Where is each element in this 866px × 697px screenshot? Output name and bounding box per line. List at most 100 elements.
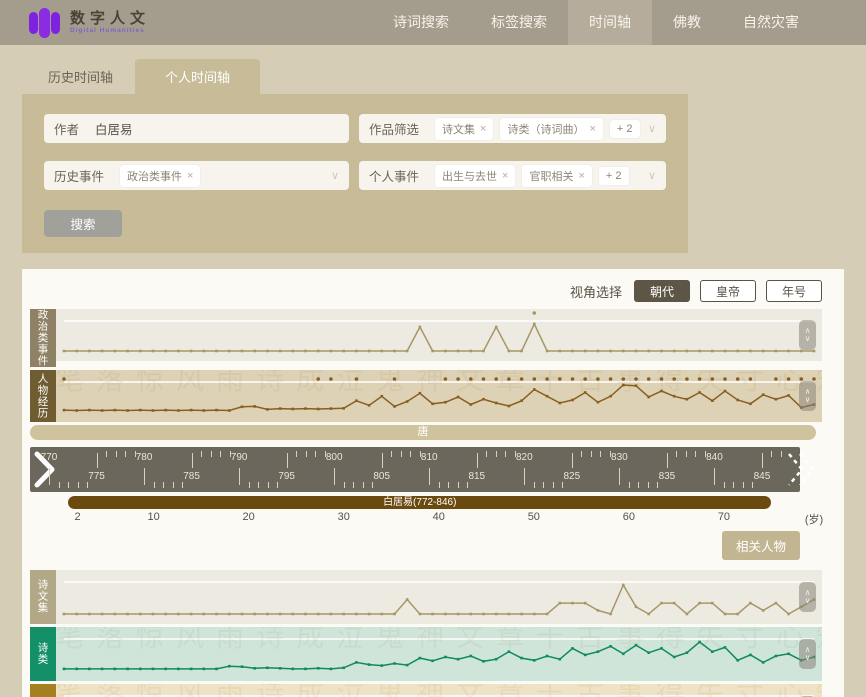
tag-close-icon[interactable]: × — [589, 123, 595, 135]
view-btn-dynasty[interactable]: 朝代 — [634, 280, 690, 302]
year-tick — [239, 468, 240, 485]
nav-item-timeline[interactable]: 时间轴 — [568, 0, 652, 45]
tag-close-icon[interactable]: × — [502, 170, 508, 182]
tag-birth-death[interactable]: 出生与去世 × — [435, 165, 515, 187]
tag-close-icon[interactable]: × — [187, 170, 193, 182]
year-tick-minor — [448, 482, 449, 488]
scroll-down-icon[interactable]: ∨ — [805, 597, 811, 605]
chart-row-person-experience: 人物经历 笔落惊风雨诗成泣鬼神文章千古事得失寸心知江南好风景旧曾谙日出江花红胜火… — [30, 370, 830, 422]
tab-history-timeline[interactable]: 历史时间轴 — [26, 59, 135, 94]
tag-label: 出生与去世 — [442, 168, 497, 184]
author-field[interactable]: 作者 白居易 — [44, 114, 349, 143]
author-label: 作者 — [54, 119, 79, 138]
year-tick-minor — [410, 451, 411, 457]
year-tick — [762, 453, 763, 468]
personal-event-select[interactable]: 个人事件 出生与去世× 官职相关× + 2 ∨ — [359, 161, 666, 190]
top-navbar: 数字人文 Digital Humanities 诗词搜索 标签搜索 时间轴 佛教… — [0, 0, 866, 45]
search-button[interactable]: 搜索 — [44, 210, 122, 237]
year-tick-minor — [581, 451, 582, 457]
tag-close-icon[interactable]: × — [480, 123, 486, 135]
poetry-type-sparkline — [56, 627, 822, 681]
year-tick-minor — [154, 482, 155, 488]
year-tick — [524, 468, 525, 485]
prose-type-sparkline — [56, 684, 822, 697]
tag-close-icon[interactable]: × — [578, 170, 584, 182]
scroll-down-icon[interactable]: ∨ — [805, 654, 811, 662]
nav-item-tag-search[interactable]: 标签搜索 — [470, 0, 568, 45]
works-filter-select[interactable]: 作品筛选 诗文集× 诗类（诗词曲）× + 2 ∨ — [359, 114, 666, 143]
history-event-select[interactable]: 历史事件 政治类事件× ∨ — [44, 161, 349, 190]
row-label-prose-type: 文类 — [30, 684, 56, 697]
year-tick — [477, 453, 478, 468]
poetry-collection-sparkline — [56, 570, 822, 624]
timeline-band[interactable]: 7707757807857907958008058108158208258308… — [30, 447, 800, 492]
scroll-down-icon[interactable]: ∨ — [805, 335, 811, 343]
row-resize-control[interactable]: ∧∨ — [799, 639, 816, 669]
year-tick-minor — [591, 451, 592, 457]
year-tick — [97, 453, 98, 468]
year-tick-minor — [68, 482, 69, 488]
year-tick — [334, 468, 335, 485]
view-btn-emperor[interactable]: 皇帝 — [700, 280, 756, 302]
app-logo[interactable]: 数字人文 Digital Humanities — [28, 6, 150, 40]
nav-item-buddhism[interactable]: 佛教 — [652, 0, 722, 45]
year-label: 790 — [231, 452, 248, 463]
chevron-down-icon[interactable]: ∨ — [331, 169, 339, 182]
chart-area: 笔落惊风雨诗成泣鬼神文章千古事得失寸心知江南好风景旧曾谙日出江花红胜火 ∧∨ — [56, 370, 822, 422]
year-label: 845 — [754, 471, 771, 482]
person-lifespan-row: 白居易(772-846) — [30, 496, 800, 509]
year-tick — [49, 468, 50, 485]
tag-poetry-type[interactable]: 诗类（诗词曲） × — [500, 118, 602, 140]
tag-poetry-collection[interactable]: 诗文集× — [435, 118, 493, 140]
year-tick-minor — [59, 482, 60, 488]
age-label: 40 — [433, 511, 445, 523]
year-label: 780 — [136, 452, 153, 463]
nav-item-disasters[interactable]: 自然灾害 — [722, 0, 820, 45]
timeline-tabs: 历史时间轴 个人时间轴 — [26, 59, 866, 94]
year-tick-minor — [724, 482, 725, 488]
year-tick-minor — [220, 451, 221, 457]
chevron-down-icon[interactable]: ∨ — [648, 122, 656, 135]
view-select-row: 视角选择 朝代 皇帝 年号 — [30, 279, 830, 303]
age-label: 2 — [74, 511, 80, 523]
political-events-sparkline — [56, 309, 822, 361]
timeline-right-arrows-icon[interactable] — [786, 449, 816, 490]
age-label: 60 — [623, 511, 635, 523]
works-more-badge[interactable]: + 2 — [610, 120, 640, 138]
year-tick — [144, 468, 145, 485]
year-tick-minor — [733, 482, 734, 488]
tab-personal-timeline[interactable]: 个人时间轴 — [135, 59, 260, 94]
row-label-person-experience: 人物经历 — [30, 370, 56, 422]
year-tick-minor — [116, 451, 117, 457]
nav-item-poem-search[interactable]: 诗词搜索 — [372, 0, 470, 45]
row-label-poetry-collection: 诗文集 — [30, 570, 56, 624]
row-resize-control[interactable]: ∧∨ — [799, 381, 816, 411]
age-unit-label: (岁) — [805, 511, 823, 527]
year-tick-minor — [363, 482, 364, 488]
row-resize-control[interactable]: ∧∨ — [799, 582, 816, 612]
year-tick-minor — [467, 482, 468, 488]
tag-political-events[interactable]: 政治类事件× — [120, 165, 200, 187]
tag-label: 诗类（诗词曲） — [507, 121, 584, 137]
chart-area: 笔落惊风雨诗成泣鬼神文章千古事得失寸心知江南好风景旧曾谙日出江花红胜火 ∧∨ — [56, 309, 822, 361]
view-btn-era[interactable]: 年号 — [766, 280, 822, 302]
age-label: 50 — [528, 511, 540, 523]
personal-more-badge[interactable]: + 2 — [599, 167, 629, 185]
year-tick-minor — [125, 451, 126, 457]
year-tick-minor — [648, 482, 649, 488]
chevron-down-icon[interactable]: ∨ — [648, 169, 656, 182]
year-tick — [287, 453, 288, 468]
tag-official-post[interactable]: 官职相关× — [522, 165, 591, 187]
row-resize-control[interactable]: ∧∨ — [799, 320, 816, 350]
year-tick-minor — [686, 451, 687, 457]
year-label: 810 — [421, 452, 438, 463]
year-label: 815 — [468, 471, 485, 482]
year-label: 825 — [564, 471, 581, 482]
related-people-button[interactable]: 相关人物 — [722, 531, 800, 560]
year-tick-minor — [486, 451, 487, 457]
chart-row-poetry-type: 诗类 笔落惊风雨诗成泣鬼神文章千古事得失寸心知江南好风景旧曾谙日出江花红胜火 ∧… — [30, 627, 830, 681]
history-event-label: 历史事件 — [54, 166, 104, 185]
year-label: 800 — [326, 452, 343, 463]
scroll-down-icon[interactable]: ∨ — [805, 396, 811, 404]
year-label: 785 — [183, 471, 200, 482]
